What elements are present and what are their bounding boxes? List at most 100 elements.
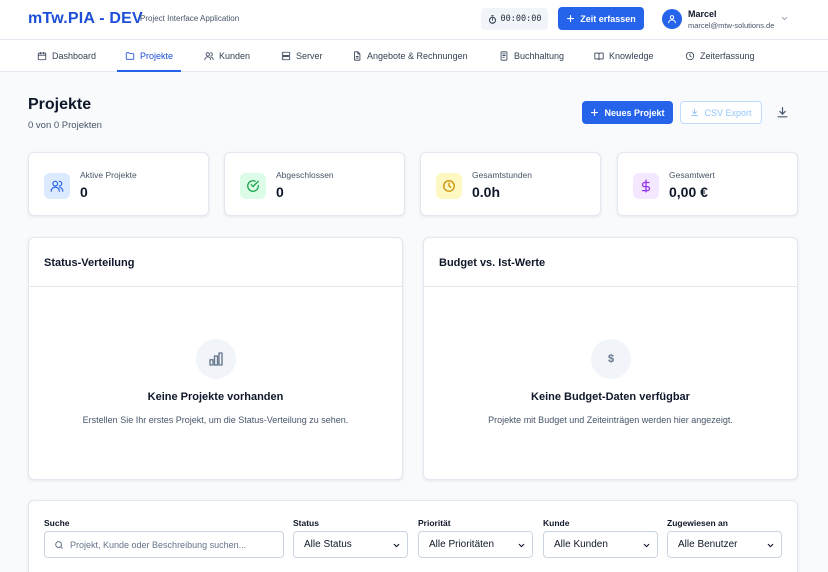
app-brand[interactable]: mTw.PIA - DEV — [28, 10, 143, 28]
nav-item-label: Knowledge — [609, 51, 654, 61]
status-select[interactable]: Alle Status — [293, 531, 408, 558]
chevron-down-icon — [393, 543, 400, 548]
panel-header: Budget vs. Ist-Werte — [424, 238, 797, 287]
user-email: marcel@mtw-solutions.de — [688, 21, 775, 30]
stat-value: 0 — [80, 184, 88, 200]
top-bar: mTw.PIA - DEV Project Interface Applicat… — [0, 0, 828, 40]
nav-item-label: Projekte — [140, 51, 174, 61]
stat-icon-box — [240, 173, 266, 199]
nav-item-label: Dashboard — [52, 51, 97, 61]
panel-title: Budget vs. Ist-Werte — [439, 257, 546, 269]
bar-chart-icon — [209, 352, 223, 366]
priority-filter-label: Priorität — [418, 518, 451, 528]
main-nav: Dashboard Projekte Kunden Server Angebot… — [0, 40, 828, 72]
nav-item-dashboard[interactable]: Dashboard — [37, 40, 96, 72]
track-time-button[interactable]: Zeit erfassen — [558, 7, 644, 30]
clock-icon — [443, 180, 455, 192]
status-distribution-panel: Status-Verteilung Keine Projekte vorhand… — [28, 237, 403, 480]
nav-item-label: Server — [296, 51, 323, 61]
chevron-down-icon — [518, 543, 525, 548]
plus-icon — [567, 14, 575, 23]
budget-panel: Budget vs. Ist-Werte $ Keine Budget-Date… — [423, 237, 798, 480]
assignee-filter-label: Zugewiesen an — [667, 518, 728, 528]
chevron-down-icon[interactable] — [780, 14, 789, 23]
empty-state-icon-box — [196, 339, 236, 379]
nav-item-label: Kunden — [219, 51, 251, 61]
empty-state-title: Keine Projekte vorhanden — [147, 391, 284, 403]
stat-label: Gesamtwert — [669, 170, 715, 180]
timer-value: 00:00:00 — [500, 14, 542, 24]
book-icon — [594, 52, 604, 61]
nav-item-label: Buchhaltung — [514, 51, 565, 61]
nav-item-angebote-rechnungen[interactable]: Angebote & Rechnungen — [352, 40, 468, 72]
server-icon — [281, 51, 291, 61]
search-icon — [55, 540, 63, 549]
search-input[interactable] — [70, 539, 270, 550]
filter-card: Suche Status Alle Status Priorität Alle … — [28, 500, 798, 572]
stat-label: Abgeschlossen — [276, 170, 334, 180]
customer-filter-label: Kunde — [543, 518, 570, 528]
stat-icon-box — [44, 173, 70, 199]
status-select-value: Alle Status — [304, 539, 352, 550]
project-count: 0 von 0 Projekten — [28, 120, 102, 131]
status-filter-label: Status — [293, 518, 319, 528]
stat-card-hours: Gesamtstunden 0.0h — [420, 152, 601, 216]
ledger-icon — [500, 51, 508, 61]
assignee-select-value: Alle Benutzer — [678, 539, 738, 550]
user-avatar[interactable] — [662, 9, 682, 29]
stat-label: Aktive Projekte — [80, 170, 137, 180]
nav-item-zeiterfassung[interactable]: Zeiterfassung — [685, 40, 755, 72]
empty-state-description: Erstellen Sie Ihr erstes Projekt, um die… — [82, 415, 349, 425]
stopwatch-icon — [488, 14, 496, 24]
track-time-label: Zeit erfassen — [580, 13, 636, 24]
users-icon — [50, 180, 64, 192]
empty-state-title: Keine Budget-Daten verfügbar — [531, 391, 690, 403]
priority-select[interactable]: Alle Prioritäten — [418, 531, 533, 558]
download-icon[interactable] — [776, 106, 789, 119]
csv-export-button[interactable]: CSV Export — [680, 101, 762, 124]
nav-item-kunden[interactable]: Kunden — [204, 40, 250, 72]
check-circle-icon — [247, 180, 259, 192]
user-icon — [668, 15, 676, 24]
nav-item-label: Angebote & Rechnungen — [367, 51, 468, 61]
search-field[interactable] — [44, 531, 284, 558]
download-icon — [691, 108, 699, 116]
customer-select[interactable]: Alle Kunden — [543, 531, 658, 558]
stat-icon-box — [633, 173, 659, 199]
nav-item-server[interactable]: Server — [281, 40, 323, 72]
customer-select-value: Alle Kunden — [554, 539, 608, 550]
stat-card-completed: Abgeschlossen 0 — [224, 152, 405, 216]
stat-card-active: Aktive Projekte 0 — [28, 152, 209, 216]
chevron-down-icon — [643, 543, 650, 548]
nav-item-label: Zeiterfassung — [700, 51, 755, 61]
stat-value: 0,00 € — [669, 184, 708, 200]
csv-export-label: CSV Export — [704, 107, 752, 118]
assignee-select[interactable]: Alle Benutzer — [667, 531, 782, 558]
users-icon — [204, 52, 214, 61]
timer-display[interactable]: 00:00:00 — [481, 8, 548, 30]
panel-header: Status-Verteilung — [29, 238, 402, 287]
panel-title: Status-Verteilung — [44, 257, 135, 269]
page-title: Projekte — [28, 96, 92, 113]
new-project-button[interactable]: Neues Projekt — [582, 101, 673, 124]
stat-label: Gesamtstunden — [472, 170, 533, 180]
clock-icon — [685, 51, 695, 61]
nav-item-knowledge[interactable]: Knowledge — [594, 40, 654, 72]
app-subtitle: Project Interface Application — [140, 14, 240, 23]
new-project-label: Neues Projekt — [604, 107, 665, 118]
empty-state-description: Projekte mit Budget und Zeiteinträgen we… — [488, 415, 733, 425]
document-icon — [354, 51, 361, 61]
user-name[interactable]: Marcel — [688, 9, 717, 19]
plus-icon — [591, 108, 599, 117]
dollar-icon: $ — [591, 339, 631, 379]
folder-icon — [125, 52, 135, 60]
chevron-down-icon — [767, 543, 774, 548]
dollar-icon — [641, 179, 651, 193]
search-label: Suche — [44, 518, 70, 528]
calendar-icon — [37, 51, 47, 61]
nav-item-projekte[interactable]: Projekte — [116, 40, 182, 72]
nav-item-buchhaltung[interactable]: Buchhaltung — [499, 40, 564, 72]
priority-select-value: Alle Prioritäten — [429, 539, 495, 550]
stat-value: 0 — [276, 184, 284, 200]
stat-icon-box — [436, 173, 462, 199]
